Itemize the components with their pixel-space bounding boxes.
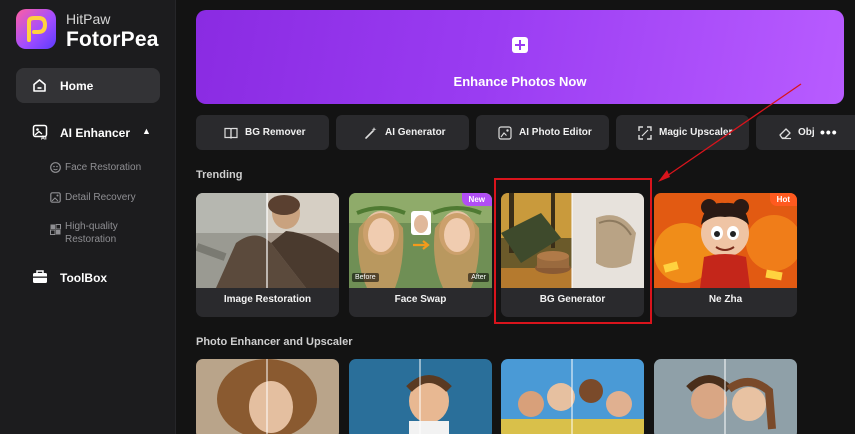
photo-enhancer-upscaler-title: Photo Enhancer and Upscaler [196, 336, 353, 348]
sidebar: HitPaw FotorPea Home AI AI Enhancer ▲ Fa… [0, 0, 176, 434]
before-label: Before [352, 273, 379, 282]
magic-wand-icon [365, 127, 377, 139]
ai-photo-editor-label: AI Photo Editor [519, 127, 592, 138]
brand-name-top: HitPaw [66, 11, 111, 27]
expand-icon [638, 126, 652, 140]
brand-name-bottom: FotorPea [66, 28, 159, 51]
fotorpea-logo-icon [16, 9, 56, 49]
image-restoration-thumbnail [196, 193, 339, 288]
upscaler-card-2[interactable] [349, 359, 492, 434]
grid-icon [50, 224, 61, 235]
ai-enhancer-icon: AI [32, 124, 48, 140]
image-icon [50, 192, 61, 203]
new-badge: New [461, 193, 492, 206]
card-caption: Face Swap [394, 294, 447, 305]
more-options-icon[interactable]: ••• [820, 124, 838, 140]
svg-text:AI: AI [41, 136, 47, 141]
eraser-icon [779, 128, 791, 140]
bg-remover-label: BG Remover [245, 127, 306, 138]
sidebar-item-ai-enhancer[interactable]: AI AI Enhancer ▲ [16, 116, 160, 148]
toolbox-icon [33, 270, 47, 283]
bg-remover-button[interactable]: BG Remover [196, 115, 329, 150]
sidebar-subitem-label-line2: Restoration [65, 234, 117, 245]
book-icon [224, 127, 238, 139]
sidebar-item-home[interactable]: Home [16, 68, 160, 103]
object-remover-label: Obj [798, 127, 815, 138]
upscaler-card-4[interactable] [654, 359, 797, 434]
sidebar-item-ai-enhancer-label: AI Enhancer [60, 126, 131, 140]
photo-edit-icon [498, 126, 512, 140]
ai-generator-button[interactable]: AI Generator [336, 115, 469, 150]
sidebar-item-home-label: Home [60, 79, 94, 93]
upscaler-card-1[interactable] [196, 359, 339, 434]
trending-card-face-swap[interactable]: Before After New Face Swap [349, 193, 492, 317]
portrait-thumbnail [196, 359, 339, 434]
card-caption: Image Restoration [223, 294, 312, 305]
enhance-photos-banner[interactable]: Enhance Photos Now [196, 10, 844, 104]
enhance-photos-label: Enhance Photos Now [453, 74, 587, 89]
sidebar-subitem-label-line1: High-quality [65, 221, 118, 232]
sidebar-subitem-label: Face Restoration [65, 162, 142, 173]
magic-upscaler-button[interactable]: Magic Upscaler [616, 115, 749, 150]
sidebar-subitem-label: Detail Recovery [65, 192, 136, 203]
ai-generator-label: AI Generator [385, 127, 446, 138]
hot-badge: Hot [769, 193, 797, 206]
magic-upscaler-label: Magic Upscaler [659, 127, 733, 138]
trending-card-image-restoration[interactable]: Image Restoration [196, 193, 339, 317]
trending-title: Trending [196, 169, 243, 181]
group-thumbnail [501, 359, 644, 434]
upscaler-card-3[interactable] [501, 359, 644, 434]
ai-photo-editor-button[interactable]: AI Photo Editor [476, 115, 609, 150]
child-thumbnail [349, 359, 492, 434]
trending-card-ne-zha[interactable]: Hot Ne Zha [654, 193, 797, 317]
highlight-box [494, 178, 652, 324]
caret-up-icon[interactable]: ▲ [142, 126, 151, 136]
after-label: After [468, 273, 489, 282]
sidebar-item-toolbox-label: ToolBox [60, 271, 108, 285]
ne-zha-thumbnail [654, 193, 797, 288]
object-remover-button[interactable]: Obj [756, 115, 855, 150]
couple-thumbnail [654, 359, 797, 434]
sidebar-item-toolbox[interactable]: ToolBox [16, 262, 160, 292]
face-icon [50, 162, 61, 173]
plus-icon [512, 37, 528, 53]
card-caption: Ne Zha [708, 294, 743, 305]
home-icon [33, 79, 46, 92]
